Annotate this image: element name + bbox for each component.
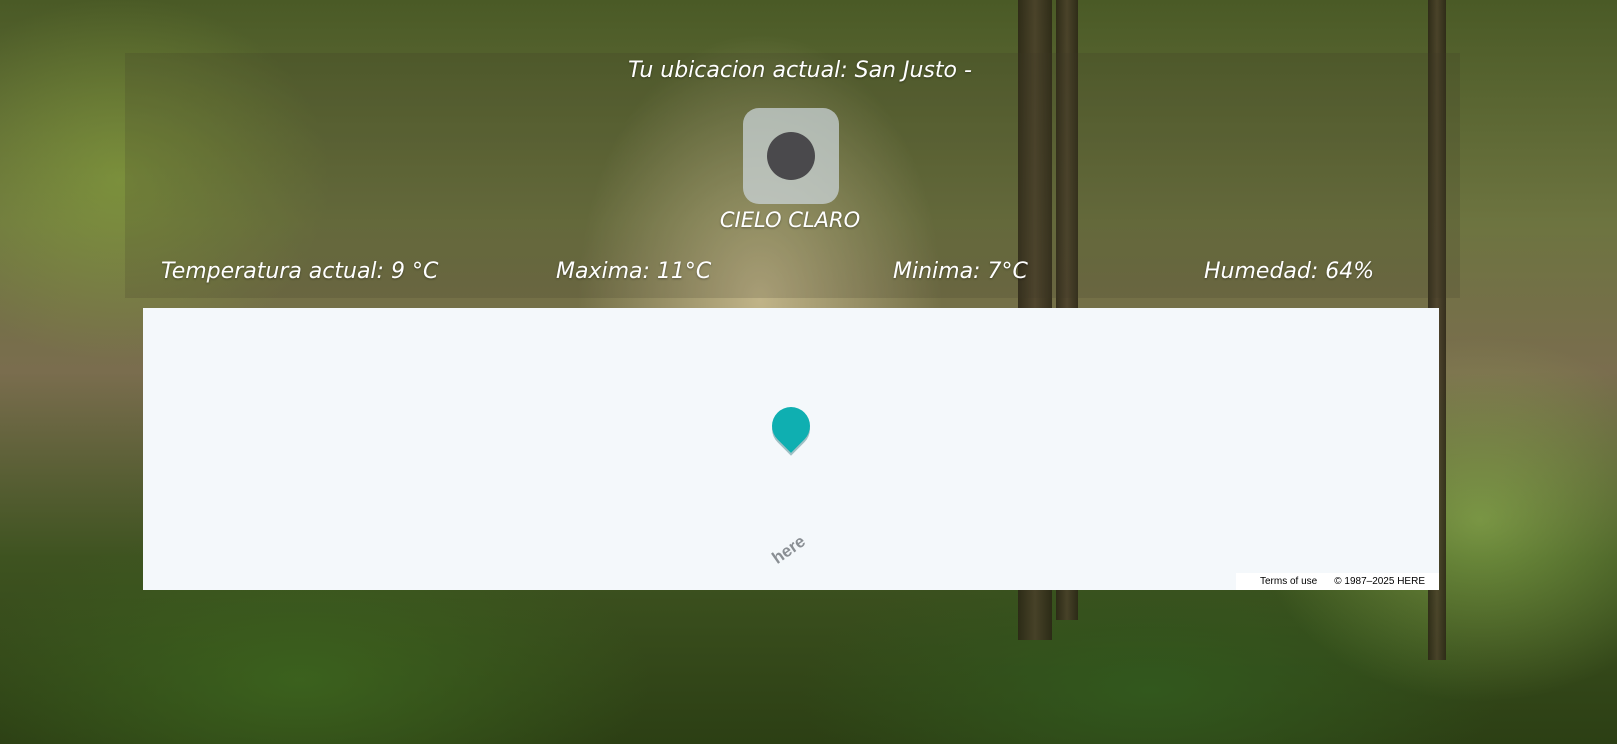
weather-condition: CIELO CLARO — [719, 208, 861, 232]
humidity: Humedad: 64% — [1204, 259, 1375, 284]
weather-icon — [743, 108, 839, 204]
max-temperature: Maxima: 11°C — [556, 259, 712, 284]
min-temperature: Minima: 7°C — [893, 259, 1028, 284]
clear-sky-icon — [767, 132, 815, 180]
location-label: Tu ubicacion actual: San Justo - — [628, 58, 972, 83]
current-temperature: Temperatura actual: 9 °C — [161, 259, 439, 284]
map-view[interactable]: here Terms of use © 1987–2025 HERE — [143, 308, 1439, 590]
terms-of-use-link[interactable]: Terms of use — [1260, 576, 1317, 587]
map-attribution: Terms of use © 1987–2025 HERE — [1235, 573, 1439, 590]
map-pin-icon[interactable] — [764, 399, 818, 453]
here-logo: here — [768, 531, 809, 568]
copyright-text: © 1987–2025 HERE — [1334, 576, 1425, 587]
